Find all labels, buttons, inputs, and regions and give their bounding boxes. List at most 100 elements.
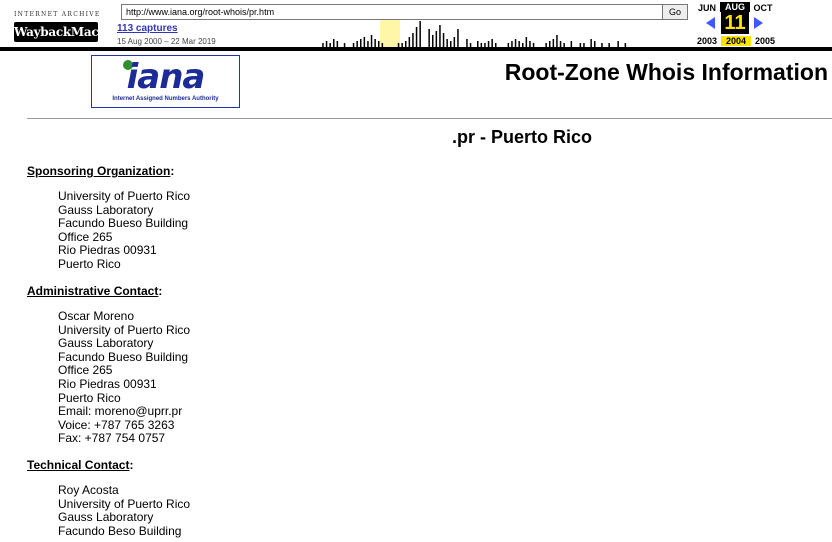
address-line: Office 265 bbox=[58, 229, 113, 244]
sparkline-bar bbox=[601, 43, 603, 47]
sparkline-bar bbox=[477, 41, 479, 47]
sparkline-bar bbox=[374, 39, 376, 47]
technical-contact-heading: Technical Contact: bbox=[27, 458, 134, 472]
sparkline-bar bbox=[356, 41, 358, 47]
fax-line: Fax: +787 754 0757 bbox=[58, 431, 166, 446]
sparkline-bar bbox=[363, 37, 366, 47]
address-line: Facundo Bueso Building bbox=[58, 349, 189, 364]
calendar-day: 11 bbox=[721, 12, 749, 34]
captures-link[interactable]: 113 captures bbox=[117, 23, 178, 34]
address-line: Roy Acosta bbox=[58, 483, 119, 497]
sparkline-bar bbox=[405, 41, 407, 47]
sparkline-bar bbox=[507, 43, 510, 47]
sponsoring-organization-heading: Sponsoring Organization: bbox=[27, 164, 175, 178]
sparkline-bar bbox=[559, 41, 562, 47]
sparkline-bar bbox=[511, 41, 513, 47]
iana-logo-subtitle: Internet Assigned Numbers Authority bbox=[112, 96, 219, 102]
address-line: Oscar Moreno bbox=[58, 309, 135, 323]
sparkline-bar bbox=[518, 41, 520, 47]
calendar-next-year[interactable]: 2005 bbox=[750, 36, 780, 46]
sparkline-bar bbox=[552, 39, 555, 47]
sparkline-bar bbox=[466, 39, 468, 47]
logo-internet-archive-text: INTERNET ARCHIVE bbox=[14, 11, 101, 18]
sparkline-bar bbox=[529, 41, 531, 47]
address-line: Gauss Laboratory bbox=[58, 336, 154, 351]
sparkline-bar bbox=[583, 43, 585, 47]
go-button[interactable]: Go bbox=[662, 4, 688, 20]
sparkline-bar bbox=[446, 39, 448, 47]
sparkline-bar bbox=[442, 33, 445, 47]
address-line: Puerto Rico bbox=[58, 390, 121, 405]
sparkline-bar bbox=[579, 43, 582, 47]
sparkline-bar bbox=[624, 43, 627, 47]
sparkline-bar bbox=[325, 41, 328, 47]
wayback-toolbar: INTERNET ARCHIVE WaybackMachine Go 113 c… bbox=[0, 0, 832, 51]
address-line: Office 265 bbox=[58, 363, 113, 378]
url-input[interactable] bbox=[121, 4, 665, 20]
sparkline-bar bbox=[617, 41, 619, 47]
sparkline-bar bbox=[522, 43, 524, 47]
sparkline-bar bbox=[397, 43, 400, 47]
sparkline-bar bbox=[367, 41, 369, 47]
sparkline-bar bbox=[360, 39, 362, 47]
sparkline-bar bbox=[514, 39, 517, 47]
domain-title: .pr - Puerto Rico bbox=[451, 127, 592, 147]
sparkline-bar bbox=[545, 43, 547, 47]
email-line: Email: moreno@uprr.pr bbox=[58, 404, 183, 419]
prev-capture-arrow-icon[interactable] bbox=[706, 17, 715, 29]
sparkline-bar bbox=[453, 37, 456, 47]
sparkline-bar bbox=[439, 25, 441, 47]
sparkline-bar bbox=[491, 39, 493, 47]
sparkline-bar bbox=[336, 41, 339, 47]
sparkline-bar bbox=[525, 37, 528, 47]
sparkline-bar bbox=[570, 41, 573, 47]
sparkline-bars bbox=[322, 21, 627, 47]
address-line: Facundo Beso Building bbox=[58, 523, 182, 538]
capture-sparkline[interactable] bbox=[235, 20, 685, 47]
sparkline-current-year-highlight bbox=[380, 20, 400, 47]
sparkline-bar bbox=[484, 43, 486, 47]
wayback-logo[interactable]: INTERNET ARCHIVE WaybackMachine bbox=[10, 8, 105, 42]
sparkline-bar bbox=[432, 35, 434, 47]
sparkline-bar bbox=[333, 39, 335, 47]
sparkline-bar bbox=[480, 43, 483, 47]
logo-wayback-machine-text: WaybackMachine bbox=[14, 22, 98, 42]
address-line: Rio Piedras 00931 bbox=[58, 243, 157, 258]
sparkline-bar bbox=[322, 43, 324, 47]
address-line: University of Puerto Rico bbox=[58, 189, 191, 203]
address-line: University of Puerto Rico bbox=[58, 496, 191, 511]
administrative-contact-heading: Administrative Contact: bbox=[27, 284, 163, 298]
sparkline-bar bbox=[370, 35, 373, 47]
next-capture-arrow-icon[interactable] bbox=[754, 17, 763, 29]
sparkline-bar bbox=[329, 43, 331, 47]
sparkline-bar bbox=[590, 39, 592, 47]
sparkline-bar bbox=[378, 41, 380, 47]
sparkline-bar bbox=[532, 43, 535, 47]
page-title: Root-Zone Whois Information bbox=[504, 59, 828, 85]
sparkline-bar bbox=[412, 33, 414, 47]
address-line: Gauss Laboratory bbox=[58, 202, 154, 217]
address-line: Puerto Rico bbox=[58, 256, 121, 271]
sparkline-bar bbox=[401, 43, 403, 47]
calendar-prev-year[interactable]: 2003 bbox=[692, 36, 722, 46]
sparkline-bar bbox=[556, 35, 558, 47]
calendar-next-month[interactable]: OCT bbox=[748, 3, 778, 13]
administrative-contact-address: Oscar Moreno University of Puerto Rico G… bbox=[58, 309, 190, 446]
sparkline-bar bbox=[487, 41, 490, 47]
calendar-current-year: 2004 bbox=[721, 36, 751, 46]
sparkline-bar bbox=[343, 43, 346, 47]
sponsoring-organization-address: University of Puerto Rico Gauss Laborato… bbox=[58, 189, 191, 272]
sparkline-bar bbox=[381, 43, 384, 47]
sparkline-bar bbox=[415, 27, 418, 47]
iana-logo-word: iana bbox=[126, 57, 206, 97]
calendar-prev-month[interactable]: JUN bbox=[692, 3, 722, 13]
sparkline-bar bbox=[563, 43, 565, 47]
calendar-nav: JUN AUG OCT 11 2003 2004 2005 bbox=[690, 0, 800, 48]
address-line: Rio Piedras 00931 bbox=[58, 376, 157, 391]
horizontal-divider bbox=[27, 118, 832, 119]
address-line: Gauss Laboratory bbox=[58, 510, 154, 525]
sparkline-bar bbox=[495, 43, 497, 47]
technical-contact-address: Roy Acosta University of Puerto Rico Gau… bbox=[58, 483, 191, 538]
iana-logo[interactable]: iana Internet Assigned Numbers Authority bbox=[91, 55, 240, 108]
sparkline-bar bbox=[352, 43, 355, 47]
